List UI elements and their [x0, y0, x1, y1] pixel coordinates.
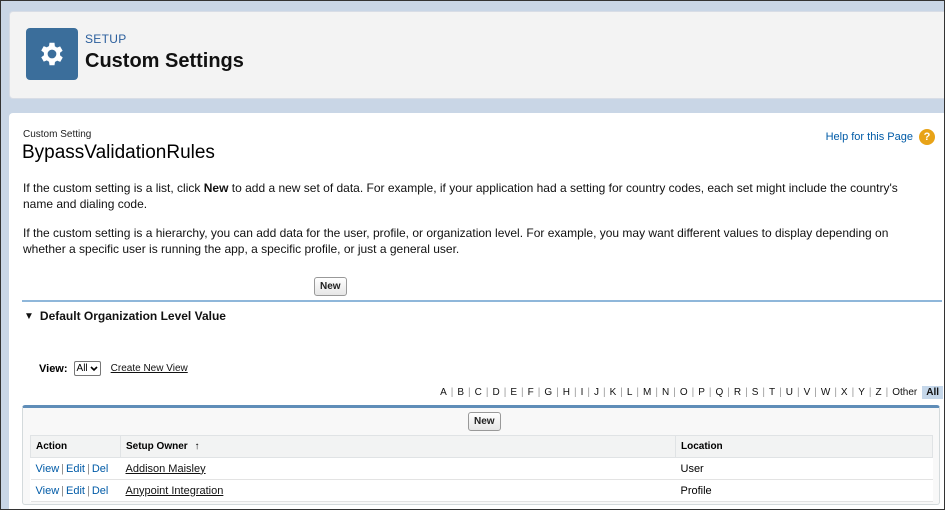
sort-asc-icon: ↑ — [194, 441, 200, 452]
table-row: View | Edit | Del Anypoint Integration Profile — [30, 479, 933, 502]
help-area: Help for this Page ? — [826, 129, 935, 145]
col-setup-owner[interactable]: Setup Owner ↑ — [120, 435, 676, 458]
setup-owner-cell: Anypoint Integration — [120, 479, 676, 502]
view-filter: View: All Create New View — [39, 361, 188, 376]
page-title: Custom Settings — [85, 50, 244, 72]
edit-link[interactable]: Edit — [66, 463, 85, 475]
location-cell: User — [675, 457, 933, 480]
list-description: If the custom setting is a list, click N… — [23, 180, 928, 212]
alphabet-filter-i[interactable]: I — [578, 387, 587, 398]
section-header[interactable]: ▼ Default Organization Level Value — [24, 309, 226, 323]
table-header-row: Action Setup Owner ↑ Location — [30, 435, 933, 458]
page-header: SETUP Custom Settings — [9, 11, 944, 99]
setup-owner-link[interactable]: Anypoint Integration — [126, 485, 224, 497]
records-list: New Action Setup Owner ↑ Location View | E… — [22, 405, 940, 505]
view-link[interactable]: View — [36, 485, 60, 497]
view-label: View: — [39, 362, 68, 375]
delete-link[interactable]: Del — [92, 485, 109, 497]
help-link[interactable]: Help for this Page — [826, 131, 913, 143]
alphabet-filter-j[interactable]: J — [591, 387, 602, 398]
alphabet-filter-f[interactable]: F — [525, 387, 537, 398]
main-content: Custom Setting BypassValidationRules Hel… — [9, 113, 944, 509]
alphabet-filter-t[interactable]: T — [766, 387, 778, 398]
alphabet-filter-d[interactable]: D — [490, 387, 503, 398]
row-actions: View | Edit | Del — [30, 479, 121, 502]
records-table: Action Setup Owner ↑ Location View | Edit |… — [30, 435, 933, 502]
alphabet-filter-n[interactable]: N — [659, 387, 672, 398]
table-row: View | Edit | Del Addison Maisley User — [30, 457, 933, 480]
col-location: Location — [675, 435, 933, 458]
col-setup-owner-label: Setup Owner — [126, 441, 188, 452]
alphabet-filter-p[interactable]: P — [695, 387, 708, 398]
alphabet-filter-v[interactable]: V — [801, 387, 814, 398]
alphabet-filter-x[interactable]: X — [838, 387, 851, 398]
alphabet-filter-o[interactable]: O — [677, 387, 691, 398]
alphabet-filter-l[interactable]: L — [624, 387, 636, 398]
action-separator: | — [86, 462, 90, 475]
section-title: Default Organization Level Value — [39, 309, 226, 323]
collapse-triangle-icon[interactable]: ▼ — [24, 311, 34, 322]
desc-new-bold: New — [203, 181, 229, 195]
setup-owner-cell: Addison Maisley — [120, 457, 676, 480]
setup-owner-link[interactable]: Addison Maisley — [126, 463, 206, 475]
breadcrumb-setup: SETUP — [85, 32, 127, 46]
custom-setting-title: BypassValidationRules — [22, 142, 215, 163]
alphabet-filter-e[interactable]: E — [507, 387, 520, 398]
alphabet-filter-a[interactable]: A — [437, 387, 450, 398]
hierarchy-description: If the custom setting is a hierarchy, yo… — [23, 226, 889, 256]
alphabet-filter-g[interactable]: G — [541, 387, 555, 398]
desc-text-1: If the custom setting is a list, click — [23, 181, 204, 195]
col-action: Action — [30, 435, 121, 458]
gear-icon — [26, 28, 78, 80]
app-frame: SETUP Custom Settings Custom Setting Byp… — [0, 0, 945, 510]
action-separator: | — [61, 484, 65, 497]
alphabet-filter: A | B | C | D | E | F | G | H | I | J | K | L | M | N | O | P | Q | R | S | T |… — [437, 386, 943, 399]
view-select-value: All — [76, 363, 88, 374]
location-cell: Profile — [675, 479, 933, 502]
alphabet-filter-b[interactable]: B — [454, 387, 467, 398]
alphabet-filter-q[interactable]: Q — [713, 387, 727, 398]
action-separator: | — [61, 462, 65, 475]
alphabet-filter-z[interactable]: Z — [872, 387, 884, 398]
row-actions: View | Edit | Del — [30, 457, 121, 480]
chevron-down-icon — [90, 365, 98, 371]
alphabet-filter-other[interactable]: Other — [889, 387, 920, 398]
alphabet-filter-r[interactable]: R — [731, 387, 744, 398]
alphabet-filter-h[interactable]: H — [560, 387, 573, 398]
alphabet-filter-s[interactable]: S — [749, 387, 762, 398]
action-separator: | — [86, 484, 90, 497]
alphabet-filter-w[interactable]: W — [818, 387, 833, 398]
list-new-button[interactable]: New — [468, 412, 501, 431]
section-divider — [22, 300, 942, 302]
edit-link[interactable]: Edit — [66, 485, 85, 497]
delete-link[interactable]: Del — [92, 463, 109, 475]
create-new-view-link[interactable]: Create New View — [111, 363, 188, 374]
view-link[interactable]: View — [36, 463, 60, 475]
alphabet-filter-k[interactable]: K — [607, 387, 620, 398]
alphabet-filter-m[interactable]: M — [640, 387, 654, 398]
custom-setting-label: Custom Setting — [23, 129, 92, 140]
alphabet-filter-u[interactable]: U — [783, 387, 796, 398]
help-icon[interactable]: ? — [919, 129, 935, 145]
view-select[interactable]: All — [73, 361, 101, 376]
alphabet-filter-c[interactable]: C — [472, 387, 485, 398]
alphabet-filter-y[interactable]: Y — [855, 387, 868, 398]
alphabet-filter-all[interactable]: All — [922, 386, 943, 399]
new-button[interactable]: New — [314, 277, 347, 296]
